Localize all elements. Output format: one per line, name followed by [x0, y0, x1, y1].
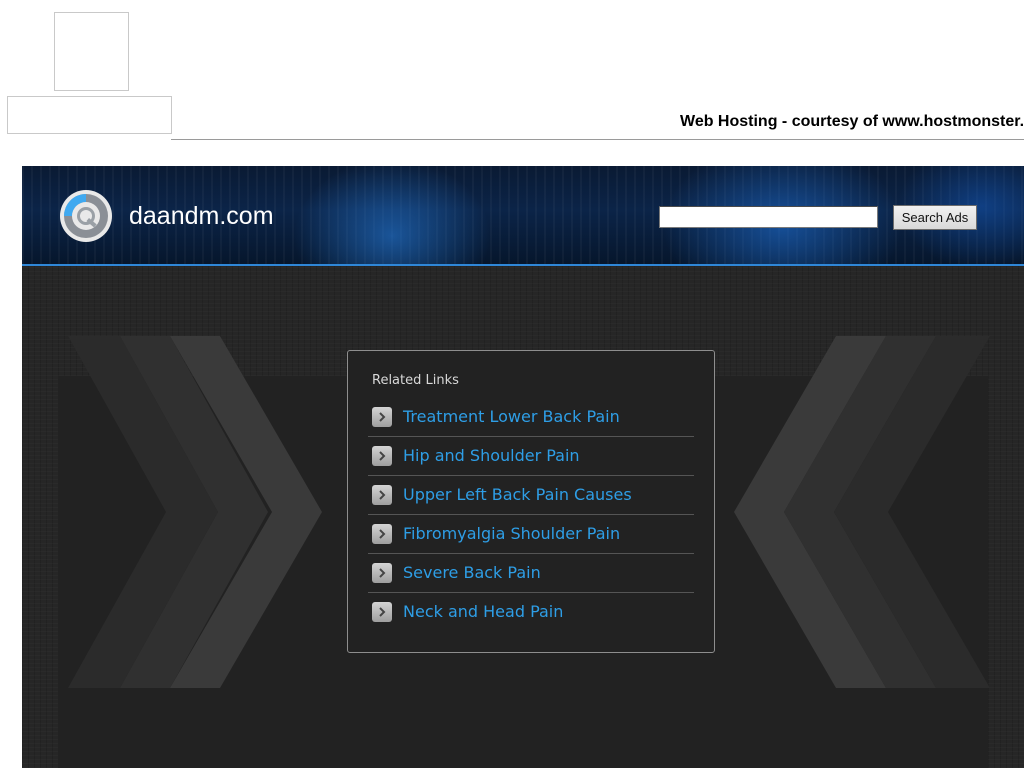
related-link-label[interactable]: Neck and Head Pain — [403, 602, 563, 621]
related-link-label[interactable]: Hip and Shoulder Pain — [403, 446, 580, 465]
page: Web Hosting - courtesy of www.hostmonste… — [0, 0, 1024, 768]
related-links-box: Related Links Treatment Lower Back Pain … — [347, 350, 715, 653]
left-chevrons-decoration — [68, 336, 322, 688]
parked-page-frame: daandm.com Search Ads Related Links Trea… — [22, 166, 1024, 768]
related-links-title: Related Links — [372, 373, 459, 388]
search-ads-button[interactable]: Search Ads — [893, 205, 977, 230]
chevron-right-icon — [372, 485, 392, 505]
related-link-label[interactable]: Fibromyalgia Shoulder Pain — [403, 524, 620, 543]
chevron-right-icon — [372, 407, 392, 427]
search-input[interactable] — [659, 206, 878, 228]
right-chevrons-decoration — [734, 336, 990, 688]
related-link-item[interactable]: Hip and Shoulder Pain — [368, 437, 694, 476]
chevron-right-icon — [372, 446, 392, 466]
chevron-right-icon — [372, 563, 392, 583]
banner-placeholder — [7, 96, 172, 134]
chevron-right-icon — [372, 524, 392, 544]
hosting-divider — [171, 139, 1024, 140]
site-name[interactable]: daandm.com — [129, 202, 274, 231]
related-link-item[interactable]: Severe Back Pain — [368, 554, 694, 593]
related-link-item[interactable]: Upper Left Back Pain Causes — [368, 476, 694, 515]
chevron-right-icon — [372, 602, 392, 622]
related-link-label[interactable]: Severe Back Pain — [403, 563, 541, 582]
related-link-item[interactable]: Neck and Head Pain — [368, 593, 694, 631]
related-link-label[interactable]: Treatment Lower Back Pain — [403, 407, 620, 426]
related-link-item[interactable]: Fibromyalgia Shoulder Pain — [368, 515, 694, 554]
image-placeholder — [54, 12, 129, 91]
related-links-list: Treatment Lower Back Pain Hip and Should… — [368, 398, 694, 631]
hosting-credit-link[interactable]: Web Hosting - courtesy of www.hostmonste… — [680, 113, 1024, 131]
related-link-item[interactable]: Treatment Lower Back Pain — [368, 398, 694, 437]
related-link-label[interactable]: Upper Left Back Pain Causes — [403, 485, 632, 504]
target-logo-icon — [59, 189, 113, 243]
